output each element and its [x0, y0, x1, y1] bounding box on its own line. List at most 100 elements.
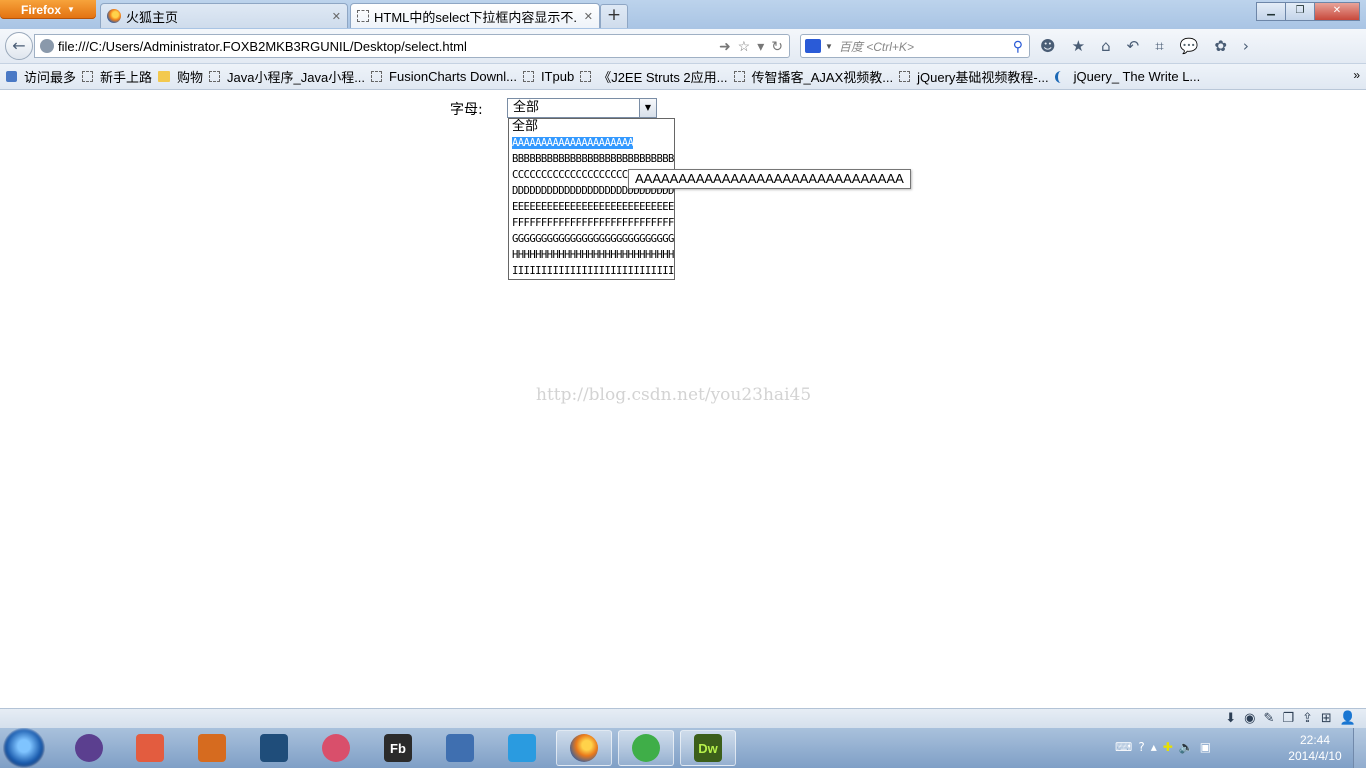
chevron-down-icon: ▼ [67, 5, 75, 14]
minimize-button[interactable]: ▁ [1256, 2, 1286, 21]
select-dropdown-button[interactable]: ▼ [639, 98, 657, 118]
bookmark-item[interactable]: 传智播客_AJAX视频教... [733, 67, 893, 86]
user-icon[interactable]: 👤 [1340, 711, 1356, 726]
taskbar-app-cloud[interactable] [494, 730, 550, 766]
eclipse-icon [75, 734, 103, 762]
taskbar-app-firefox[interactable] [556, 730, 612, 766]
chat-icon[interactable]: 💬 [1180, 37, 1199, 55]
bookmark-star-icon[interactable]: ☆ [738, 38, 751, 55]
reload-icon[interactable]: ↻ [771, 38, 783, 55]
select-option[interactable]: EEEEEEEEEEEEEEEEEEEEEEEEEEEEEEE [509, 199, 674, 215]
share-icon[interactable]: ⇪ [1302, 711, 1313, 726]
bookmark-item[interactable]: jQuery_ The Write L... [1054, 69, 1201, 84]
search-icon[interactable]: ⚲ [1013, 38, 1023, 55]
bookmark-item[interactable]: jQuery基础视频教程-... [899, 67, 1049, 86]
select-option-highlighted[interactable]: AAAAAAAAAAAAAAAAAAAAA [509, 135, 674, 151]
brush-icon[interactable]: ✎ [1263, 711, 1274, 726]
toolbar-more-icon[interactable]: › [1243, 37, 1249, 55]
select-dropdown-list: 全部 AAAAAAAAAAAAAAAAAAAAA BBBBBBBBBBBBBBB… [508, 118, 675, 280]
toolbar-icons: ☻ ★ ⌂ ↶ ⌗ 💬 ✿ › [1040, 37, 1249, 55]
select-option[interactable]: HHHHHHHHHHHHHHHHHHHHHHHHHHHHHHH [509, 247, 674, 263]
download-icon[interactable]: ⬇ [1225, 711, 1236, 726]
taskbar-app-matlab[interactable] [184, 730, 240, 766]
bookmark-item[interactable]: 访问最多 [6, 67, 76, 86]
page-icon [899, 71, 911, 82]
crop-icon[interactable]: ⌗ [1155, 37, 1163, 55]
close-icon[interactable]: ✕ [332, 10, 341, 23]
dropdown-icon[interactable]: ▾ [757, 38, 764, 55]
search-bar[interactable]: ▼ 百度 <Ctrl+K> ⚲ [800, 34, 1030, 58]
add-icon[interactable]: ⊞ [1321, 711, 1332, 726]
bookmarks-overflow-button[interactable]: » [1353, 68, 1360, 82]
maximize-button[interactable]: ❐ [1285, 2, 1315, 21]
close-window-button[interactable]: ✕ [1314, 2, 1360, 21]
bookmark-item[interactable]: ITpub [522, 69, 574, 84]
network-icon[interactable]: ▣ [1200, 740, 1211, 754]
taskbar-clock[interactable]: 22:44 2014/4/10 [1280, 732, 1350, 764]
bookmark-label: 新手上路 [100, 70, 153, 85]
help-icon[interactable]: ? [1138, 740, 1144, 754]
taskbar-app-notepad-plus[interactable] [122, 730, 178, 766]
letter-select[interactable]: 全部 [507, 98, 657, 118]
undo-icon[interactable]: ↶ [1127, 37, 1140, 55]
mask-icon[interactable]: ◉ [1244, 711, 1255, 726]
taskbar-app-flash-builder[interactable]: Fb [370, 730, 426, 766]
tab-label: HTML中的select下拉框内容显示不... [374, 9, 578, 25]
taskbar-app-snipping[interactable] [308, 730, 364, 766]
clock-date: 2014/4/10 [1288, 749, 1342, 763]
search-engine-icon[interactable] [805, 39, 821, 53]
select-option[interactable]: IIIIIIIIIIIIIIIIIIIIIIIIIIIIIII [509, 263, 674, 279]
window-icon[interactable]: ❐ [1282, 711, 1294, 726]
search-input[interactable]: 百度 <Ctrl+K> [839, 38, 1013, 55]
show-desktop-button[interactable] [1353, 728, 1366, 768]
taskbar-app-dreamweaver[interactable]: Dw [680, 730, 736, 766]
bookmark-label: jQuery_ The Write L... [1073, 69, 1201, 84]
taskbar-app-virtualbox[interactable] [432, 730, 488, 766]
bookmark-item[interactable]: FusionCharts Downl... [371, 69, 517, 84]
chevron-down-icon[interactable]: ▼ [825, 42, 833, 51]
page-icon [209, 71, 221, 82]
select-option[interactable]: FFFFFFFFFFFFFFFFFFFFFFFFFFFFFFF [509, 215, 674, 231]
bookmark-item[interactable]: Java小程序_Java小程... [209, 67, 365, 86]
firefox-icon [570, 734, 598, 762]
addon-icon[interactable]: ☻ [1040, 37, 1056, 55]
title-bar: Firefox ▼ 火狐主页 ✕ HTML中的select下拉框内容显示不...… [0, 0, 1366, 29]
s-app-icon [260, 734, 288, 762]
bookmark-item[interactable]: 新手上路 [82, 67, 152, 86]
bookmark-item[interactable]: 购物 [158, 67, 203, 86]
tray-expand-icon[interactable]: ▴ [1151, 740, 1157, 754]
url-text: file:///C:/Users/Administrator.FOXB2MKB3… [58, 38, 467, 54]
page-icon [580, 71, 592, 82]
tab-select-page[interactable]: HTML中的select下拉框内容显示不... ✕ [350, 3, 600, 28]
tab-firefox-home[interactable]: 火狐主页 ✕ [100, 3, 348, 28]
close-icon[interactable]: ✕ [584, 10, 593, 23]
keyboard-icon[interactable]: ⌨ [1115, 740, 1132, 754]
go-arrow-icon[interactable]: ➜ [719, 38, 731, 55]
extension-icon[interactable]: ✿ [1214, 37, 1227, 55]
home-icon[interactable]: ⌂ [1101, 37, 1111, 55]
jquery-icon [1054, 70, 1067, 83]
page-icon [82, 71, 94, 82]
bookmarks-menu-icon[interactable]: ★ [1072, 37, 1085, 55]
back-button[interactable]: ← [5, 32, 33, 60]
select-option[interactable]: BBBBBBBBBBBBBBBBBBBBBBBBBBBBBBB [509, 151, 674, 167]
system-tray: ⌨ ? ▴ ✚ 🔈 ▣ [1115, 740, 1211, 754]
firefox-menu-button[interactable]: Firefox ▼ [0, 0, 96, 19]
start-button[interactable] [3, 728, 45, 768]
select-option[interactable]: 全部 [509, 119, 674, 135]
firefox-icon [107, 9, 121, 23]
taskbar-app-eclipse[interactable] [61, 730, 117, 766]
new-tab-button[interactable]: + [600, 4, 628, 28]
page-icon [371, 71, 383, 82]
bookmark-item[interactable]: 《J2EE Struts 2应用... [580, 67, 728, 86]
security-icon[interactable]: ✚ [1163, 740, 1173, 754]
letter-label: 字母: [450, 102, 483, 118]
chevron-down-icon: ▼ [644, 103, 652, 112]
select-option[interactable]: GGGGGGGGGGGGGGGGGGGGGGGGGGGGGGG [509, 231, 674, 247]
option-tooltip: AAAAAAAAAAAAAAAAAAAAAAAAAAAAAAA [628, 169, 911, 189]
page-icon [357, 10, 369, 22]
volume-icon[interactable]: 🔈 [1179, 740, 1194, 754]
taskbar-app-browser-e[interactable] [618, 730, 674, 766]
taskbar-app-s[interactable] [246, 730, 302, 766]
url-bar[interactable]: file:///C:/Users/Administrator.FOXB2MKB3… [34, 34, 790, 58]
